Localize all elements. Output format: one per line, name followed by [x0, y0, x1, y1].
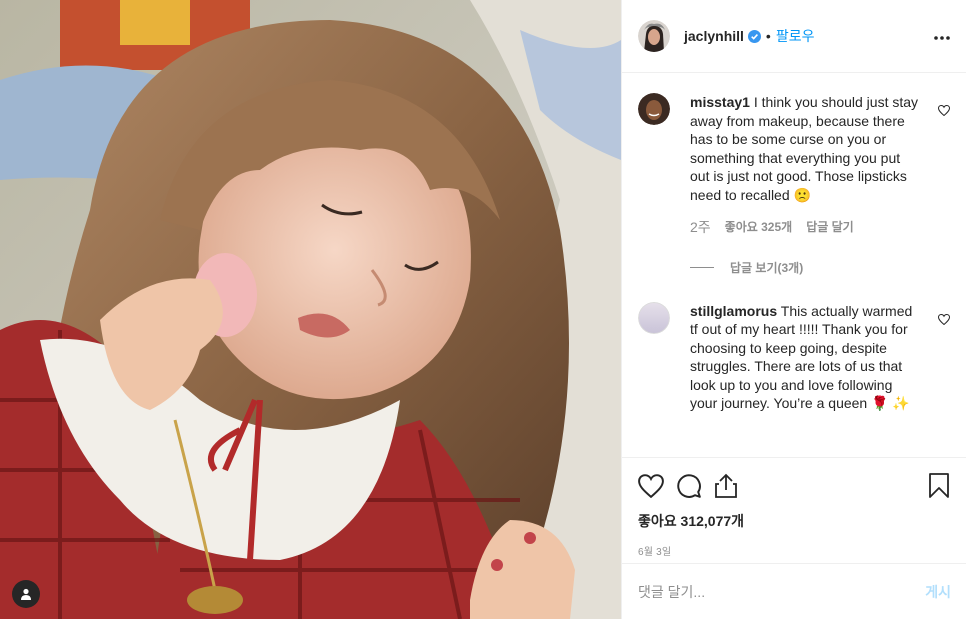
- post-date[interactable]: 6월 3일: [638, 543, 950, 558]
- user-tag-icon: [21, 588, 31, 600]
- comment-icon[interactable]: [676, 473, 702, 499]
- commenter-avatar[interactable]: [638, 93, 670, 125]
- comment-text: I think you should just stay away from m…: [690, 94, 919, 203]
- comment-body: stillglamorus This actually warmed tf ou…: [690, 302, 922, 413]
- share-icon[interactable]: [714, 473, 738, 499]
- profile-avatar[interactable]: [638, 20, 670, 52]
- post-header: jaclynhill • 팔로우: [622, 0, 966, 73]
- user-tag-button[interactable]: [12, 580, 40, 608]
- comment-meta: 2주 좋아요 325개 답글 달기: [690, 218, 922, 237]
- comment-username[interactable]: misstay1: [690, 94, 750, 110]
- post-container: jaclynhill • 팔로우 misstay1 I think you sh…: [0, 0, 966, 619]
- comment-username[interactable]: stillglamorus: [690, 303, 777, 319]
- view-replies-label: 답글 보기(3개): [730, 260, 804, 275]
- comment-time[interactable]: 2주: [690, 218, 711, 237]
- verified-badge-icon: [747, 29, 761, 43]
- comment-item: stillglamorus This actually warmed tf ou…: [638, 301, 951, 413]
- more-options-icon[interactable]: [934, 27, 950, 45]
- heart-icon[interactable]: [638, 474, 664, 498]
- comment-heart-icon[interactable]: [937, 103, 951, 121]
- post-photo[interactable]: [0, 0, 621, 619]
- post-side-panel: jaclynhill • 팔로우 misstay1 I think you sh…: [621, 0, 966, 619]
- comments-list[interactable]: misstay1 I think you should just stay aw…: [622, 73, 966, 457]
- action-icons-bar: [638, 468, 950, 504]
- add-comment-bar: 게시: [622, 563, 966, 619]
- reply-button[interactable]: 답글 달기: [806, 218, 854, 237]
- post-like-count[interactable]: 좋아요 312,077개: [638, 511, 950, 531]
- follow-button[interactable]: 팔로우: [776, 26, 815, 46]
- comment-heart-icon[interactable]: [937, 312, 951, 330]
- post-actions: 좋아요 312,077개 6월 3일: [622, 457, 966, 558]
- replies-divider-line: [690, 266, 714, 268]
- post-comment-button[interactable]: 게시: [925, 582, 951, 602]
- bookmark-icon[interactable]: [928, 473, 950, 499]
- comment-body: misstay1 I think you should just stay aw…: [690, 93, 922, 237]
- comment-input[interactable]: [638, 583, 926, 600]
- header-separator: •: [765, 28, 771, 44]
- post-author-username[interactable]: jaclynhill: [684, 28, 744, 44]
- photo-girl-with-makeup-sponge: [0, 0, 621, 619]
- view-replies-button[interactable]: 답글 보기(3개): [690, 259, 950, 276]
- comment-likes[interactable]: 좋아요 325개: [725, 218, 793, 237]
- commenter-avatar[interactable]: [638, 301, 670, 334]
- comment-item: misstay1 I think you should just stay aw…: [638, 93, 951, 237]
